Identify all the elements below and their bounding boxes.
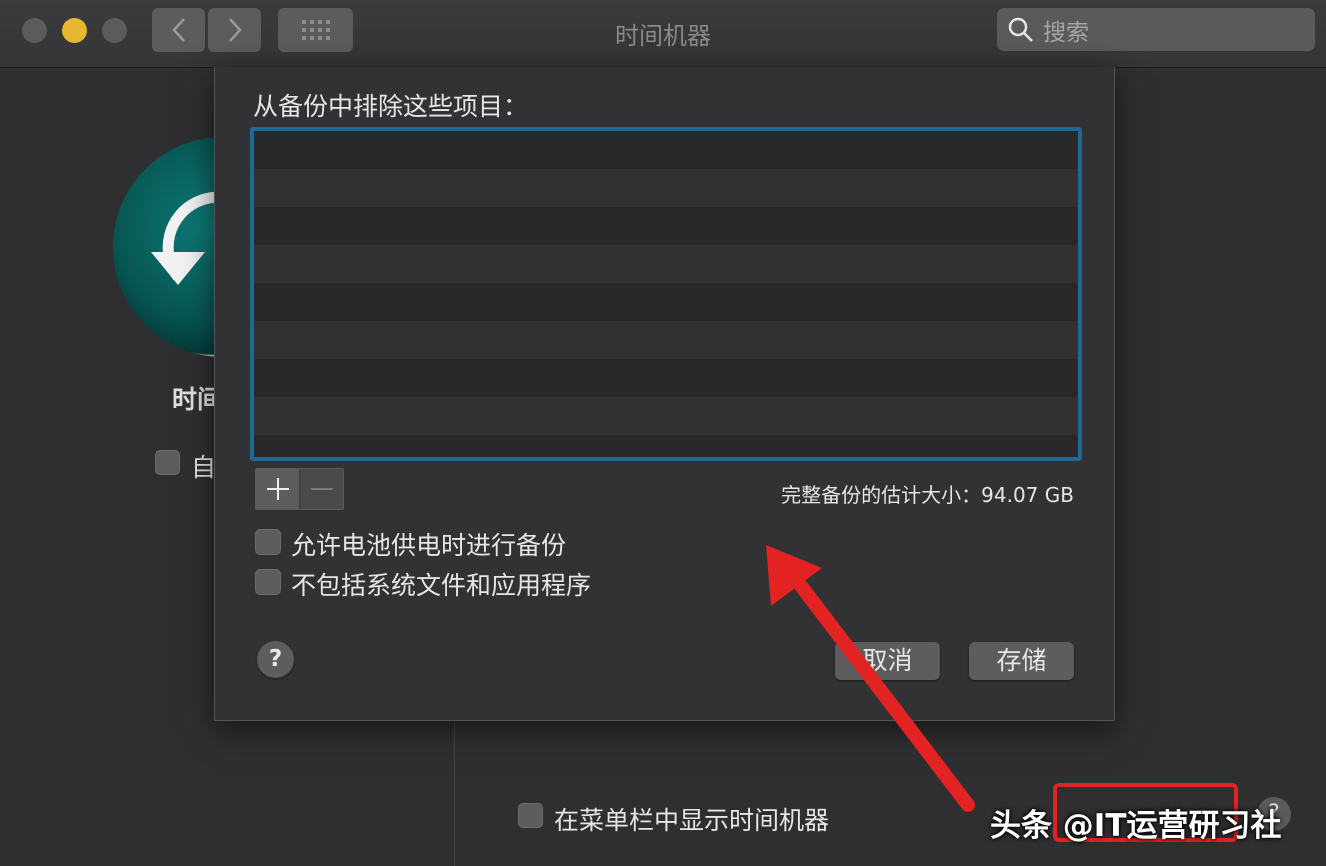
red-arrow-annotation [766,545,975,812]
watermark-text: 头条 @IT运营研习社 [990,808,1282,844]
